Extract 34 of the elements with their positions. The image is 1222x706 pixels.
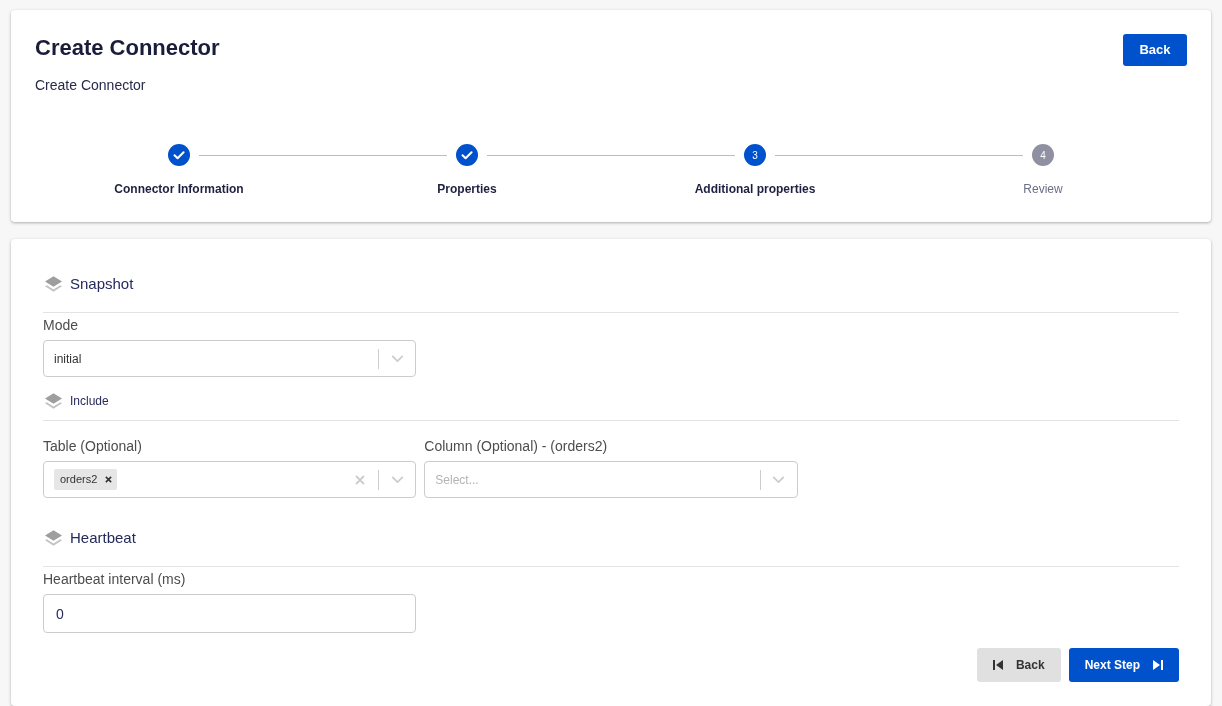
field-label: Column (Optional) - (orders2) xyxy=(424,437,608,456)
step-label: Connector Information xyxy=(114,181,244,197)
page-subtitle: Create Connector xyxy=(35,76,146,95)
select-field[interactable]: initial xyxy=(43,340,417,377)
step-label: Review xyxy=(1023,181,1063,197)
skip-forward-icon xyxy=(1153,660,1163,670)
remove-icon[interactable] xyxy=(105,476,113,483)
layers-icon xyxy=(45,530,62,546)
input-field[interactable]: 0 xyxy=(43,594,417,633)
chevron-down-icon[interactable] xyxy=(390,355,404,362)
back-button[interactable]: Back xyxy=(976,648,1061,682)
section-title: Heartbeat xyxy=(70,527,136,548)
step-number: 4 xyxy=(1032,144,1054,166)
select-value: initial xyxy=(54,350,82,368)
section-title: Include xyxy=(70,393,109,410)
layers-icon xyxy=(45,393,62,409)
step-label: Properties xyxy=(437,181,497,197)
chevron-down-icon[interactable] xyxy=(390,476,404,483)
skip-back-icon xyxy=(992,660,1003,670)
step-number: 3 xyxy=(744,144,766,166)
next-step-button[interactable]: Next Step xyxy=(1068,648,1179,682)
layers-icon xyxy=(45,276,62,292)
step-label: Additional properties xyxy=(694,181,816,197)
select-placeholder: Select... xyxy=(435,471,479,489)
field-label: Heartbeat interval (ms) xyxy=(43,570,186,589)
section-title: Snapshot xyxy=(70,273,134,294)
tag-label: orders2 xyxy=(60,472,98,488)
field-label: Table (Optional) xyxy=(43,437,142,456)
select-field[interactable]: orders2 xyxy=(43,461,417,498)
clear-icon[interactable] xyxy=(355,474,366,485)
page-title: Create Connector xyxy=(35,34,220,62)
chevron-down-icon[interactable] xyxy=(772,476,786,483)
back-button[interactable]: Back xyxy=(1123,34,1187,66)
field-label: Mode xyxy=(43,316,79,335)
